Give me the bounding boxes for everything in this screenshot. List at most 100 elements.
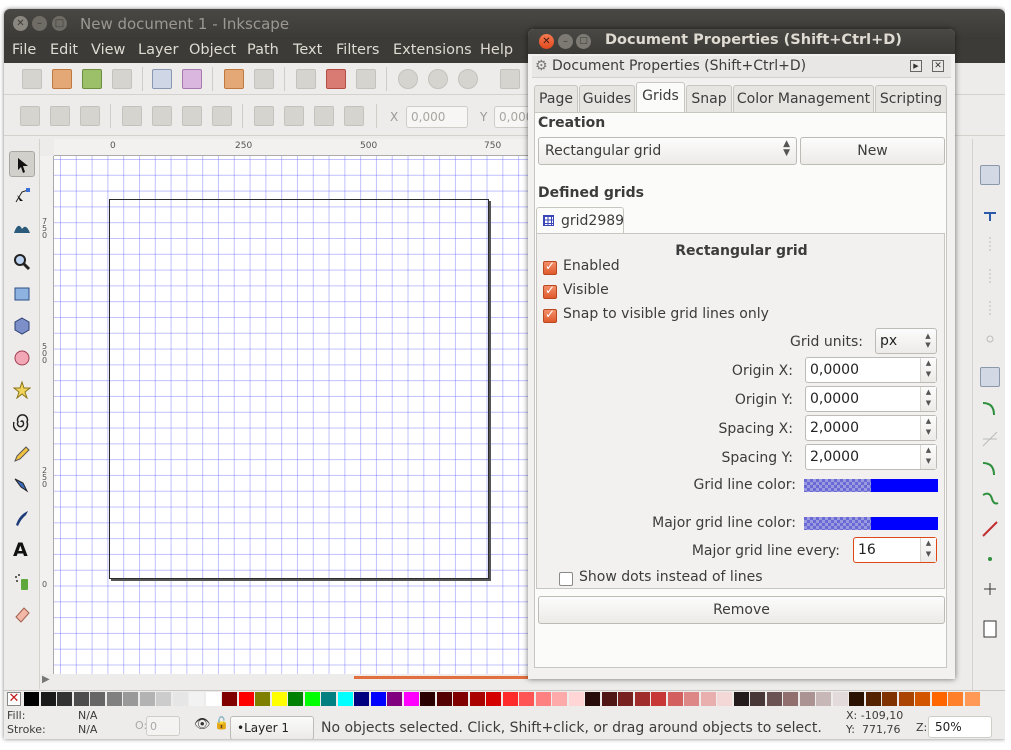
window-close-button[interactable]: ✕ — [13, 16, 28, 31]
snap-intersections-icon[interactable] — [980, 429, 1000, 449]
dock-close-icon[interactable]: ✕ — [932, 60, 944, 72]
show-dots-checkbox[interactable] — [559, 572, 573, 586]
grid-line-color-button[interactable] — [804, 479, 938, 492]
text-tool[interactable]: A — [9, 537, 35, 563]
lower-icon[interactable] — [284, 106, 304, 126]
color-swatch[interactable] — [783, 692, 798, 706]
star-tool[interactable] — [9, 377, 35, 403]
grid-type-select[interactable]: Rectangular grid ▲ ▼ — [538, 137, 797, 165]
snap-centers-icon[interactable] — [980, 549, 1000, 569]
snap-visible-only-checkbox[interactable] — [543, 307, 557, 323]
color-swatch[interactable] — [156, 692, 171, 706]
grid-tab-grid2989[interactable]: grid2989 — [536, 207, 624, 234]
color-swatch[interactable] — [733, 692, 749, 706]
cut-icon[interactable] — [326, 69, 346, 89]
import-icon[interactable] — [152, 69, 172, 89]
tab-guides[interactable]: Guides — [579, 85, 635, 112]
menu-file[interactable]: File — [12, 42, 36, 58]
spin-arrows-icon[interactable]: ▲ ▼ — [920, 445, 936, 469]
print-icon[interactable] — [112, 69, 132, 89]
menu-edit[interactable]: Edit — [50, 42, 78, 58]
tab-page[interactable]: Page — [534, 85, 578, 112]
snap-bbox-center-icon[interactable] — [980, 329, 1000, 349]
color-swatch[interactable] — [57, 692, 72, 706]
undo-icon[interactable] — [224, 69, 244, 89]
pencil-tool[interactable] — [9, 441, 35, 467]
calligraphy-tool[interactable] — [9, 505, 35, 531]
color-swatch[interactable] — [849, 692, 864, 706]
menu-filters[interactable]: Filters — [336, 42, 379, 58]
lock-icon[interactable]: 🔓 — [214, 716, 229, 730]
color-swatch[interactable] — [634, 692, 650, 706]
tab-scripting[interactable]: Scripting — [875, 85, 947, 112]
color-swatch[interactable] — [799, 692, 815, 706]
export-icon[interactable] — [182, 69, 202, 89]
selector-tool[interactable] — [9, 151, 35, 177]
drawing-canvas[interactable] — [54, 156, 534, 674]
color-swatch[interactable] — [832, 692, 848, 706]
window-maximize-button[interactable]: □ — [52, 16, 67, 31]
no-paint-swatch[interactable]: ✕ — [7, 692, 21, 706]
new-document-icon[interactable] — [22, 69, 42, 89]
current-layer-select[interactable]: •Layer 1 — [230, 716, 314, 739]
spin-arrows-icon[interactable]: ▲ ▼ — [920, 358, 936, 382]
color-swatch[interactable] — [40, 692, 56, 706]
color-swatch[interactable] — [502, 692, 518, 706]
duplicate-icon[interactable] — [500, 69, 520, 89]
color-swatch[interactable] — [486, 692, 501, 706]
spiral-tool[interactable] — [9, 409, 35, 435]
color-swatch[interactable] — [255, 692, 270, 706]
color-swatch[interactable] — [964, 692, 980, 706]
color-swatch[interactable] — [931, 692, 947, 706]
flip-vertical-icon[interactable] — [212, 106, 232, 126]
snap-bbox-midpoint-icon[interactable] — [980, 299, 1000, 319]
spin-arrows-icon[interactable]: ▲ ▼ — [920, 416, 936, 440]
major-grid-line-every-field[interactable]: 16 ▲ ▼ — [853, 537, 937, 563]
menu-help[interactable]: Help — [480, 42, 513, 58]
color-swatch[interactable] — [750, 692, 765, 706]
tweak-tool[interactable] — [9, 215, 35, 241]
snap-cusp-nodes-icon[interactable] — [980, 459, 1000, 479]
color-swatch[interactable] — [387, 692, 402, 706]
color-swatch[interactable] — [535, 692, 551, 706]
copy-icon[interactable] — [296, 69, 316, 89]
redo-icon[interactable] — [254, 69, 274, 89]
color-swatch[interactable] — [189, 692, 204, 706]
open-file-icon[interactable] — [52, 69, 72, 89]
menu-view[interactable]: View — [91, 42, 125, 58]
major-grid-line-color-button[interactable] — [804, 517, 938, 530]
color-swatch[interactable] — [948, 692, 963, 706]
menu-object[interactable]: Object — [189, 42, 236, 58]
menu-path[interactable]: Path — [247, 42, 279, 58]
color-swatch[interactable] — [552, 692, 567, 706]
color-swatch[interactable] — [106, 692, 122, 706]
color-swatch[interactable] — [667, 692, 683, 706]
zoom-tool[interactable] — [9, 249, 35, 275]
color-swatch[interactable] — [222, 692, 237, 706]
origin-x-field[interactable]: 0,0000 ▲ ▼ — [805, 357, 937, 383]
color-swatch[interactable] — [304, 692, 320, 706]
snap-page-border-icon[interactable] — [980, 619, 1000, 639]
color-swatch[interactable] — [90, 692, 105, 706]
eraser-tool[interactable] — [9, 601, 35, 627]
snap-bbox-icon[interactable] — [980, 203, 1000, 223]
remove-grid-button[interactable]: Remove — [538, 596, 945, 624]
color-swatch[interactable] — [123, 692, 138, 706]
spacing-x-field[interactable]: 2,0000 ▲ ▼ — [805, 415, 937, 441]
color-swatch[interactable] — [370, 692, 386, 706]
color-swatch[interactable] — [568, 692, 584, 706]
opacity-field[interactable]: 0 — [146, 716, 180, 736]
color-swatch[interactable] — [453, 692, 468, 706]
zoom-field[interactable]: 50% — [928, 716, 992, 738]
window-minimize-button[interactable]: – — [32, 16, 47, 31]
deselect-icon[interactable] — [80, 106, 100, 126]
visible-checkbox[interactable] — [543, 283, 557, 299]
color-swatch[interactable] — [420, 692, 435, 706]
color-swatch[interactable] — [816, 692, 831, 706]
color-swatch[interactable] — [898, 692, 914, 706]
color-swatch[interactable] — [337, 692, 353, 706]
dialog-maximize-button[interactable]: □ — [576, 34, 591, 49]
pen-tool[interactable] — [9, 473, 35, 499]
select-all-icon[interactable] — [20, 106, 40, 126]
color-swatch[interactable] — [915, 692, 930, 706]
